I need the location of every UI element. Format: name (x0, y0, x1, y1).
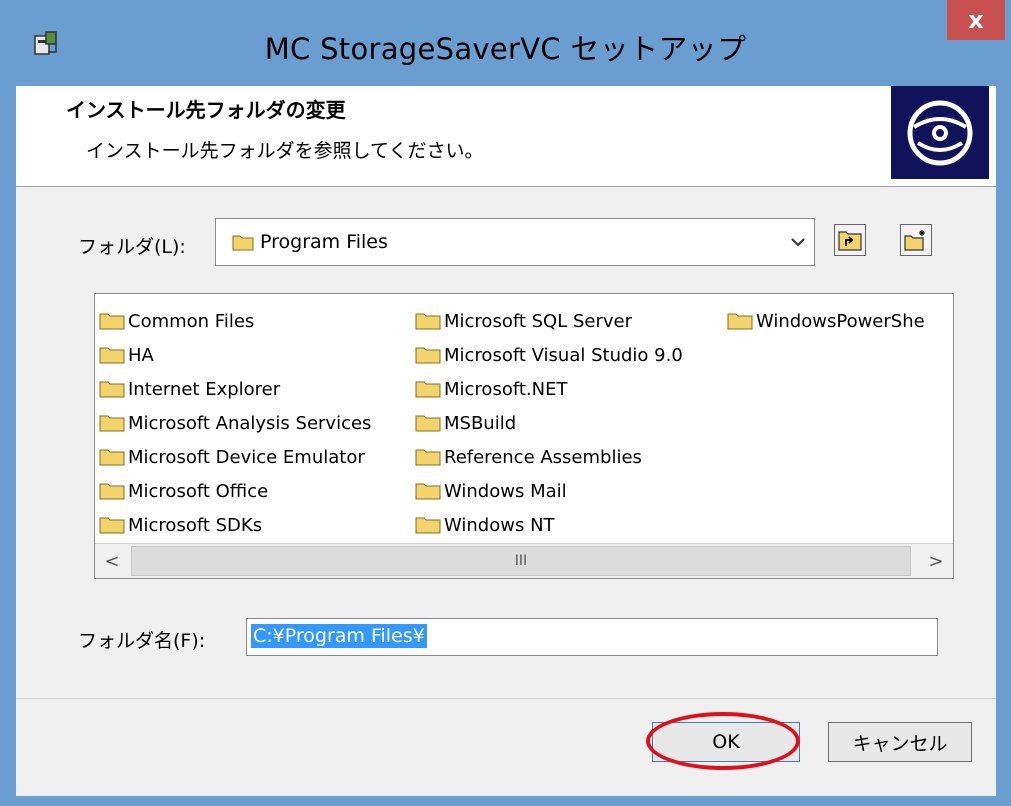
folder-icon (99, 381, 125, 398)
list-item-label: Microsoft Device Emulator (128, 446, 365, 468)
banner-subtitle: インストール先フォルダを参照してください。 (86, 140, 484, 162)
folder-icon (415, 483, 441, 500)
folder-name-label: フォルダ名(F): (78, 630, 206, 652)
list-item[interactable]: Reference Assemblies (415, 444, 642, 470)
folder-icon (727, 313, 753, 330)
banner-title: インストール先フォルダの変更 (66, 98, 346, 122)
list-item-label: WindowsPowerShe (756, 310, 925, 332)
scrollbar-thumb[interactable]: III (131, 546, 911, 576)
chevron-down-icon[interactable] (790, 235, 806, 249)
folder-icon (415, 449, 441, 466)
folder-listbox[interactable]: Common Files HA Internet Explorer Micros… (94, 293, 954, 579)
folder-name-input[interactable]: C:¥Program Files¥ (246, 618, 938, 656)
cancel-button[interactable]: キャンセル (828, 722, 972, 762)
close-button[interactable]: x (947, 0, 1005, 40)
divider (16, 698, 996, 699)
folder-icon (99, 415, 125, 432)
list-item[interactable]: Windows NT (415, 512, 555, 538)
setup-window: MC StorageSaverVC セットアップ x インストール先フォルダの変… (0, 0, 1011, 806)
folder-icon (415, 381, 441, 398)
list-item-label: Microsoft Office (128, 480, 269, 502)
list-item-label: Microsoft SQL Server (444, 310, 633, 332)
dialog-client: インストール先フォルダの変更 インストール先フォルダを参照してください。 フォル… (16, 86, 996, 796)
list-item[interactable]: Microsoft Office (99, 478, 268, 504)
folder-icon (415, 415, 441, 432)
folder-icon (415, 347, 441, 364)
folder-icon (99, 483, 125, 500)
folder-combobox[interactable]: Program Files (215, 218, 815, 266)
scroll-left-button[interactable]: < (95, 544, 129, 578)
list-item[interactable]: HA (99, 342, 154, 368)
folder-up-icon (838, 231, 862, 251)
list-item[interactable]: Microsoft Analysis Services (99, 410, 371, 436)
list-item[interactable]: Microsoft SQL Server (415, 308, 632, 334)
ok-button[interactable]: OK (652, 722, 800, 762)
list-item[interactable]: MSBuild (415, 410, 516, 436)
list-item[interactable]: Common Files (99, 308, 254, 334)
folder-name-value: C:¥Program Files¥ (251, 624, 427, 648)
list-item[interactable]: Microsoft Visual Studio 9.0 (415, 342, 683, 368)
window-title: MC StorageSaverVC セットアップ (264, 32, 747, 66)
list-item[interactable]: Internet Explorer (99, 376, 280, 402)
header-banner: インストール先フォルダの変更 インストール先フォルダを参照してください。 (16, 86, 996, 187)
up-folder-button[interactable] (834, 224, 866, 256)
scroll-right-button[interactable]: > (919, 544, 953, 578)
list-item-label: Internet Explorer (128, 378, 281, 400)
list-item-label: Microsoft.NET (444, 378, 568, 400)
list-item-label: Windows Mail (444, 480, 567, 502)
folder-combobox-value: Program Files (260, 231, 388, 253)
folder-icon (99, 347, 125, 364)
list-item-label: Microsoft Visual Studio 9.0 (444, 344, 683, 366)
horizontal-scrollbar[interactable]: < III > (95, 543, 953, 578)
list-item[interactable]: Microsoft.NET (415, 376, 567, 402)
list-item-label: Microsoft Analysis Services (128, 412, 372, 434)
title-bar: MC StorageSaverVC セットアップ x (0, 0, 1011, 86)
folder-icon (232, 235, 254, 251)
list-item-label: Reference Assemblies (444, 446, 642, 468)
folder-icon (99, 313, 125, 330)
list-item-label: Microsoft SDKs (128, 514, 263, 536)
list-item[interactable]: Windows Mail (415, 478, 567, 504)
list-item[interactable]: Microsoft SDKs (99, 512, 262, 538)
list-item-label: Windows NT (444, 514, 555, 536)
list-item-label: MSBuild (444, 412, 517, 434)
folder-icon (99, 517, 125, 534)
list-item[interactable]: WindowsPowerShe (727, 308, 925, 334)
new-folder-button[interactable] (900, 224, 932, 256)
folder-label: フォルダ(L): (78, 236, 186, 258)
disc-icon (891, 86, 989, 179)
list-item-label: HA (128, 344, 154, 366)
new-folder-icon (904, 230, 925, 251)
folder-icon (415, 313, 441, 330)
list-item-label: Common Files (128, 310, 255, 332)
folder-icon (415, 517, 441, 534)
folder-icon (99, 449, 125, 466)
list-item[interactable]: Microsoft Device Emulator (99, 444, 365, 470)
